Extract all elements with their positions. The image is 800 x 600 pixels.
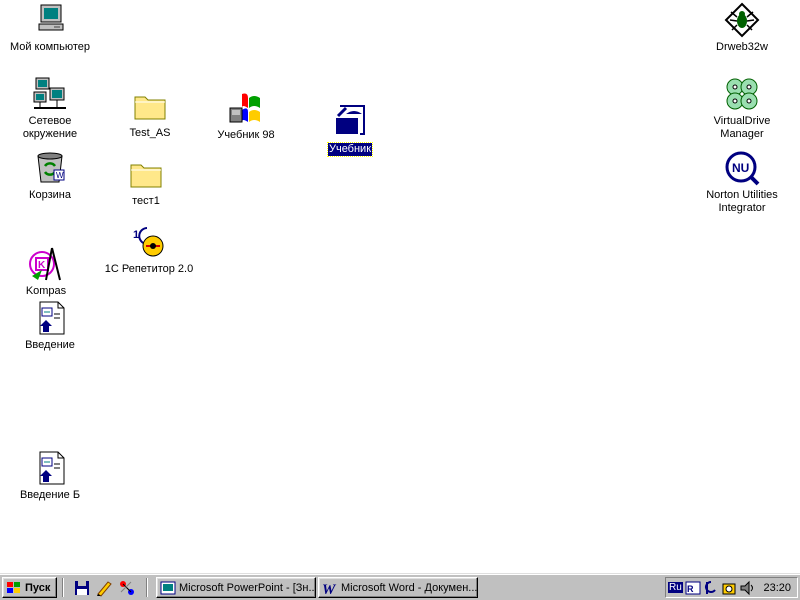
uchebnik-shortcut[interactable]: Учебник (308, 104, 392, 157)
powerpoint-icon (160, 581, 176, 594)
virtual-disc-icon (726, 78, 758, 110)
recycle-bin-icon: W (37, 152, 65, 183)
computer-icon (38, 4, 64, 31)
vvedenie-shortcut[interactable]: Введение (8, 300, 92, 352)
norton-icon: NU (725, 151, 760, 186)
repetitor-icon: 1 (133, 227, 164, 257)
my-computer-label: Мой компьютер (9, 41, 91, 53)
drweb-shortcut[interactable]: Drweb32w (700, 2, 784, 54)
my-computer-shortcut[interactable]: Мой компьютер (8, 2, 92, 54)
taskbar-separator (146, 578, 148, 597)
presentation-document-icon (39, 301, 65, 335)
network-neighborhood-shortcut[interactable]: Сетевое окружение (8, 76, 92, 141)
scheduler-tray-icon[interactable] (721, 580, 737, 596)
uchebnik98-label: Учебник 98 (217, 129, 275, 141)
repetitor-shortcut[interactable]: 1 1С Репетитор 2.0 (100, 224, 198, 276)
windows-tutorial-icon (229, 93, 260, 123)
svg-text:W: W (56, 171, 64, 180)
task-powerpoint[interactable]: Microsoft PowerPoint - [Зн... (156, 577, 316, 598)
folder-icon (134, 96, 166, 120)
norton-shortcut[interactable]: NU Norton Utilities Integrator (696, 150, 788, 215)
test1-label: тест1 (132, 195, 160, 207)
test-as-label: Test_AS (129, 127, 171, 139)
uchebnik98-shortcut[interactable]: Учебник 98 (204, 90, 288, 142)
repetitor-label: 1С Репетитор 2.0 (104, 263, 194, 275)
start-label: Пуск (25, 581, 51, 594)
svg-text:R: R (687, 584, 694, 594)
vvedenie-b-shortcut[interactable]: Введение Б (8, 450, 92, 502)
floppy-disk-icon[interactable] (73, 579, 91, 597)
desktop[interactable]: Мой компьютер Сетевое окружение W Корзин… (0, 0, 800, 573)
vvedenie-label: Введение (25, 339, 75, 351)
svg-text:1: 1 (133, 229, 139, 241)
ru-keyboard-icon[interactable]: R (685, 580, 701, 596)
volume-icon[interactable] (739, 580, 755, 596)
windows-logo-icon (7, 581, 20, 593)
kompas-icon: K (29, 247, 61, 281)
vvedenie-b-label: Введение Б (19, 489, 81, 501)
word-icon: W (322, 582, 337, 596)
drweb-label: Drweb32w (716, 41, 768, 53)
language-indicator[interactable]: Ru (668, 582, 683, 593)
spider-icon (724, 2, 760, 38)
virtualdrive-shortcut[interactable]: VirtualDrive Manager (700, 76, 784, 141)
svg-text:K: K (38, 260, 46, 271)
uchebnik-label: Учебник (326, 142, 374, 157)
task-word-label: Microsoft Word - Докумен... (341, 581, 478, 594)
norton-label: Norton Utilities Integrator (706, 189, 778, 214)
taskbar: Пуск Microsoft PowerPoint - [Зн... W Mic… (0, 573, 800, 600)
taskbar-separator (62, 578, 64, 597)
kompas-label: Kompas (25, 285, 67, 297)
network-label: Сетевое окружение (22, 115, 78, 140)
test1-folder[interactable]: тест1 (104, 156, 188, 208)
task-powerpoint-label: Microsoft PowerPoint - [Зн... (179, 581, 316, 594)
presentation-document-icon (39, 451, 65, 485)
clock[interactable]: 23:20 (763, 582, 791, 594)
network-icon (33, 77, 66, 109)
repetitor-tray-icon[interactable] (703, 580, 719, 596)
pencil-tool-icon[interactable] (95, 579, 113, 597)
start-button[interactable]: Пуск (2, 577, 57, 598)
kompas-shortcut[interactable]: K Kompas (4, 246, 88, 298)
virtualdrive-label: VirtualDrive Manager (713, 115, 771, 140)
recycle-bin-shortcut[interactable]: W Корзина (8, 150, 92, 202)
tutorial-icon (336, 105, 365, 135)
task-word[interactable]: W Microsoft Word - Докумен... (318, 577, 478, 598)
folder-icon (130, 164, 162, 188)
svg-text:NU: NU (732, 161, 749, 175)
network-tool-icon[interactable] (118, 579, 136, 597)
recycle-bin-label: Корзина (29, 189, 71, 201)
test-as-folder[interactable]: Test_AS (108, 88, 192, 140)
svg-text:W: W (322, 582, 337, 596)
system-tray: Ru R 23:20 (665, 577, 798, 598)
